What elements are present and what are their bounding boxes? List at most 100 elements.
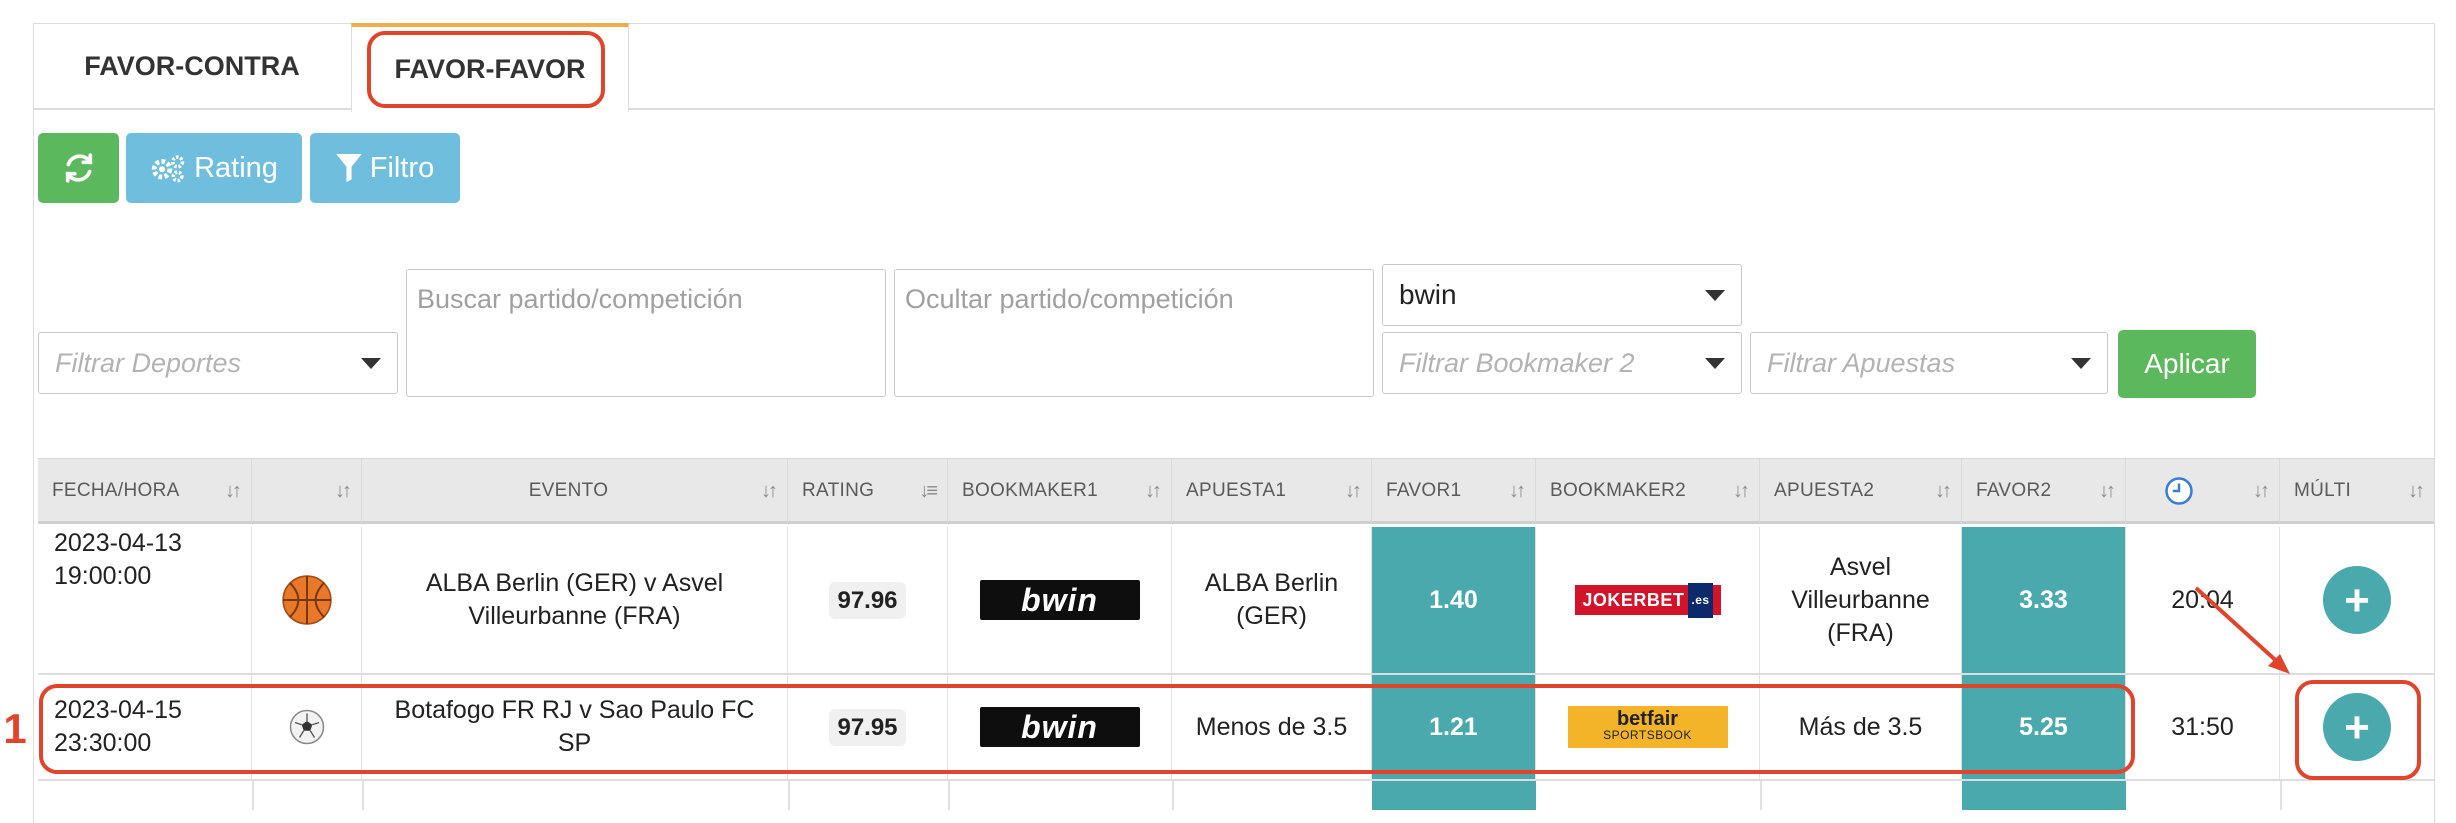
column-divider [788, 781, 790, 810]
favor2-cell[interactable]: 3.33 [1962, 527, 2126, 673]
jokerbet-logo: JOKERBET .es [1574, 582, 1721, 618]
column-divider [362, 781, 364, 810]
column-header-bookmaker1[interactable]: BOOKMAKER1 ↓↑ [948, 458, 1172, 524]
apply-button[interactable]: Aplicar [2118, 330, 2256, 398]
column-header-label: EVENTO [528, 480, 609, 501]
event-cell[interactable]: ALBA Berlin (GER) v Asvel Villeurbanne (… [362, 527, 788, 673]
annotation-row-highlight [39, 684, 2135, 774]
table-row[interactable]: 2023-04-13 19:00:00 ALBA Berlin (GER) v … [38, 527, 2434, 673]
sort-desc-icon: ↓≡ [919, 479, 938, 502]
jokerbet-logo-suffix: .es [1688, 582, 1713, 618]
table-row-partial [38, 781, 2434, 810]
hide-match-placeholder: Ocultar partido/competición [905, 284, 1234, 314]
refresh-button[interactable] [38, 133, 119, 203]
time-remaining-cell: 31:50 [2126, 675, 2280, 779]
bookmaker2-cell[interactable]: JOKERBET .es [1536, 527, 1760, 673]
filter-icon [336, 154, 362, 182]
column-header-event[interactable]: EVENTO ↓↑ [362, 458, 788, 524]
bwin-logo: bwin [979, 580, 1140, 620]
column-header-label: RATING [802, 480, 875, 501]
column-header-date[interactable]: FECHA/HORA ↓↑ [38, 458, 252, 524]
favor1-cell[interactable]: 1.40 [1372, 527, 1536, 673]
bookmaker1-select[interactable]: bwin [1382, 264, 1742, 326]
column-header-rating[interactable]: RATING ↓≡ [788, 458, 948, 524]
sort-icon: ↓↑ [1509, 479, 1526, 502]
sort-icon: ↓↑ [1145, 479, 1162, 502]
annotation-step-number: 1 [3, 705, 27, 752]
sort-icon: ↓↑ [225, 479, 242, 502]
rating-button-label: Rating [194, 151, 278, 184]
bookmaker1-select-value: bwin [1399, 279, 1457, 310]
column-header-multi[interactable]: MÚLTI ↓↑ [2280, 458, 2434, 524]
column-header-label: FAVOR2 [1976, 480, 2052, 501]
bookmaker2-filter-placeholder: Filtrar Bookmaker 2 [1399, 347, 1635, 378]
filter-button[interactable]: Filtro [310, 133, 460, 203]
jokerbet-logo-text: JOKERBET [1582, 589, 1685, 610]
sports-filter-select[interactable]: Filtrar Deportes [38, 332, 398, 394]
favor1-odds: 1.40 [1429, 585, 1478, 614]
column-divider [2280, 781, 2282, 810]
tab-favor-contra[interactable]: FAVOR-CONTRA [33, 23, 351, 110]
column-header-bookmaker2[interactable]: BOOKMAKER2 ↓↑ [1536, 458, 1760, 524]
chevron-down-icon [361, 357, 381, 369]
column-header-favor2[interactable]: FAVOR2 ↓↑ [1962, 458, 2126, 524]
rating-value: 97.96 [829, 581, 906, 619]
column-header-bet2[interactable]: APUESTA2 ↓↑ [1760, 458, 1962, 524]
sort-icon: ↓↑ [2099, 479, 2116, 502]
column-header-label: FECHA/HORA [52, 480, 180, 501]
event-text: ALBA Berlin (GER) v Asvel Villeurbanne (… [425, 569, 724, 630]
date-text: 2023-04-13 [54, 529, 182, 557]
hide-match-input[interactable]: Ocultar partido/competición [894, 269, 1374, 397]
annotation-button-highlight [2295, 680, 2421, 780]
column-header-label: BOOKMAKER1 [962, 480, 1099, 501]
chevron-down-icon [1705, 289, 1725, 301]
gears-icon [151, 155, 185, 183]
search-match-input[interactable]: Buscar partido/competición [406, 269, 886, 397]
time-remaining-text: 31:50 [2171, 712, 2234, 741]
column-header-bet1[interactable]: APUESTA1 ↓↑ [1172, 458, 1372, 524]
column-header-label: BOOKMAKER2 [1550, 480, 1687, 501]
bet2-text: Asvel Villeurbanne (FRA) [1791, 552, 1930, 647]
clock-icon [2165, 477, 2193, 505]
filter-button-label: Filtro [369, 151, 435, 184]
add-multi-button[interactable]: + [2323, 566, 2391, 634]
chevron-down-icon [2071, 357, 2091, 369]
date-cell: 2023-04-13 19:00:00 [38, 527, 252, 673]
bet1-cell: ALBA Berlin (GER) [1172, 527, 1372, 673]
rating-cell: 97.96 [788, 527, 948, 673]
column-header-label: APUESTA1 [1186, 480, 1287, 501]
refresh-icon [65, 153, 92, 183]
bookmaker1-cell[interactable]: bwin [948, 527, 1172, 673]
sort-icon: ↓↑ [1345, 479, 1362, 502]
sport-cell [252, 527, 362, 673]
rating-button[interactable]: Rating [126, 133, 302, 203]
sort-icon: ↓↑ [1733, 479, 1750, 502]
column-header-favor1[interactable]: FAVOR1 ↓↑ [1372, 458, 1536, 524]
sort-icon: ↓↑ [2408, 479, 2425, 502]
annotation-tab-highlight [367, 31, 605, 108]
bets-filter-placeholder: Filtrar Apuestas [1767, 347, 1956, 378]
column-header-label: APUESTA2 [1774, 480, 1875, 501]
sort-icon: ↓↑ [335, 479, 352, 502]
column-divider [1172, 781, 1174, 810]
bookmaker2-filter-select[interactable]: Filtrar Bookmaker 2 [1382, 332, 1742, 394]
bet2-cell: Asvel Villeurbanne (FRA) [1760, 527, 1962, 673]
column-divider [948, 781, 950, 810]
favor2-odds: 3.33 [2019, 585, 2068, 614]
chevron-down-icon [1705, 357, 1725, 369]
search-match-placeholder: Buscar partido/competición [417, 284, 743, 314]
column-header-label: MÚLTI [2294, 480, 2352, 501]
sort-icon: ↓↑ [761, 479, 778, 502]
sports-filter-placeholder: Filtrar Deportes [55, 347, 242, 378]
sort-icon: ↓↑ [2253, 479, 2270, 502]
column-header-sport[interactable]: ↓↑ [252, 458, 362, 524]
column-divider [252, 781, 254, 810]
basketball-icon [281, 575, 332, 625]
time-text: 19:00:00 [54, 562, 152, 590]
bets-filter-select[interactable]: Filtrar Apuestas [1750, 332, 2108, 394]
sort-icon: ↓↑ [1935, 479, 1952, 502]
column-header-time-remaining[interactable]: ↓↑ [2126, 458, 2280, 524]
column-divider [1760, 781, 1762, 810]
column-header-label: FAVOR1 [1386, 480, 1462, 501]
annotation-arrow-icon [2194, 586, 2290, 674]
